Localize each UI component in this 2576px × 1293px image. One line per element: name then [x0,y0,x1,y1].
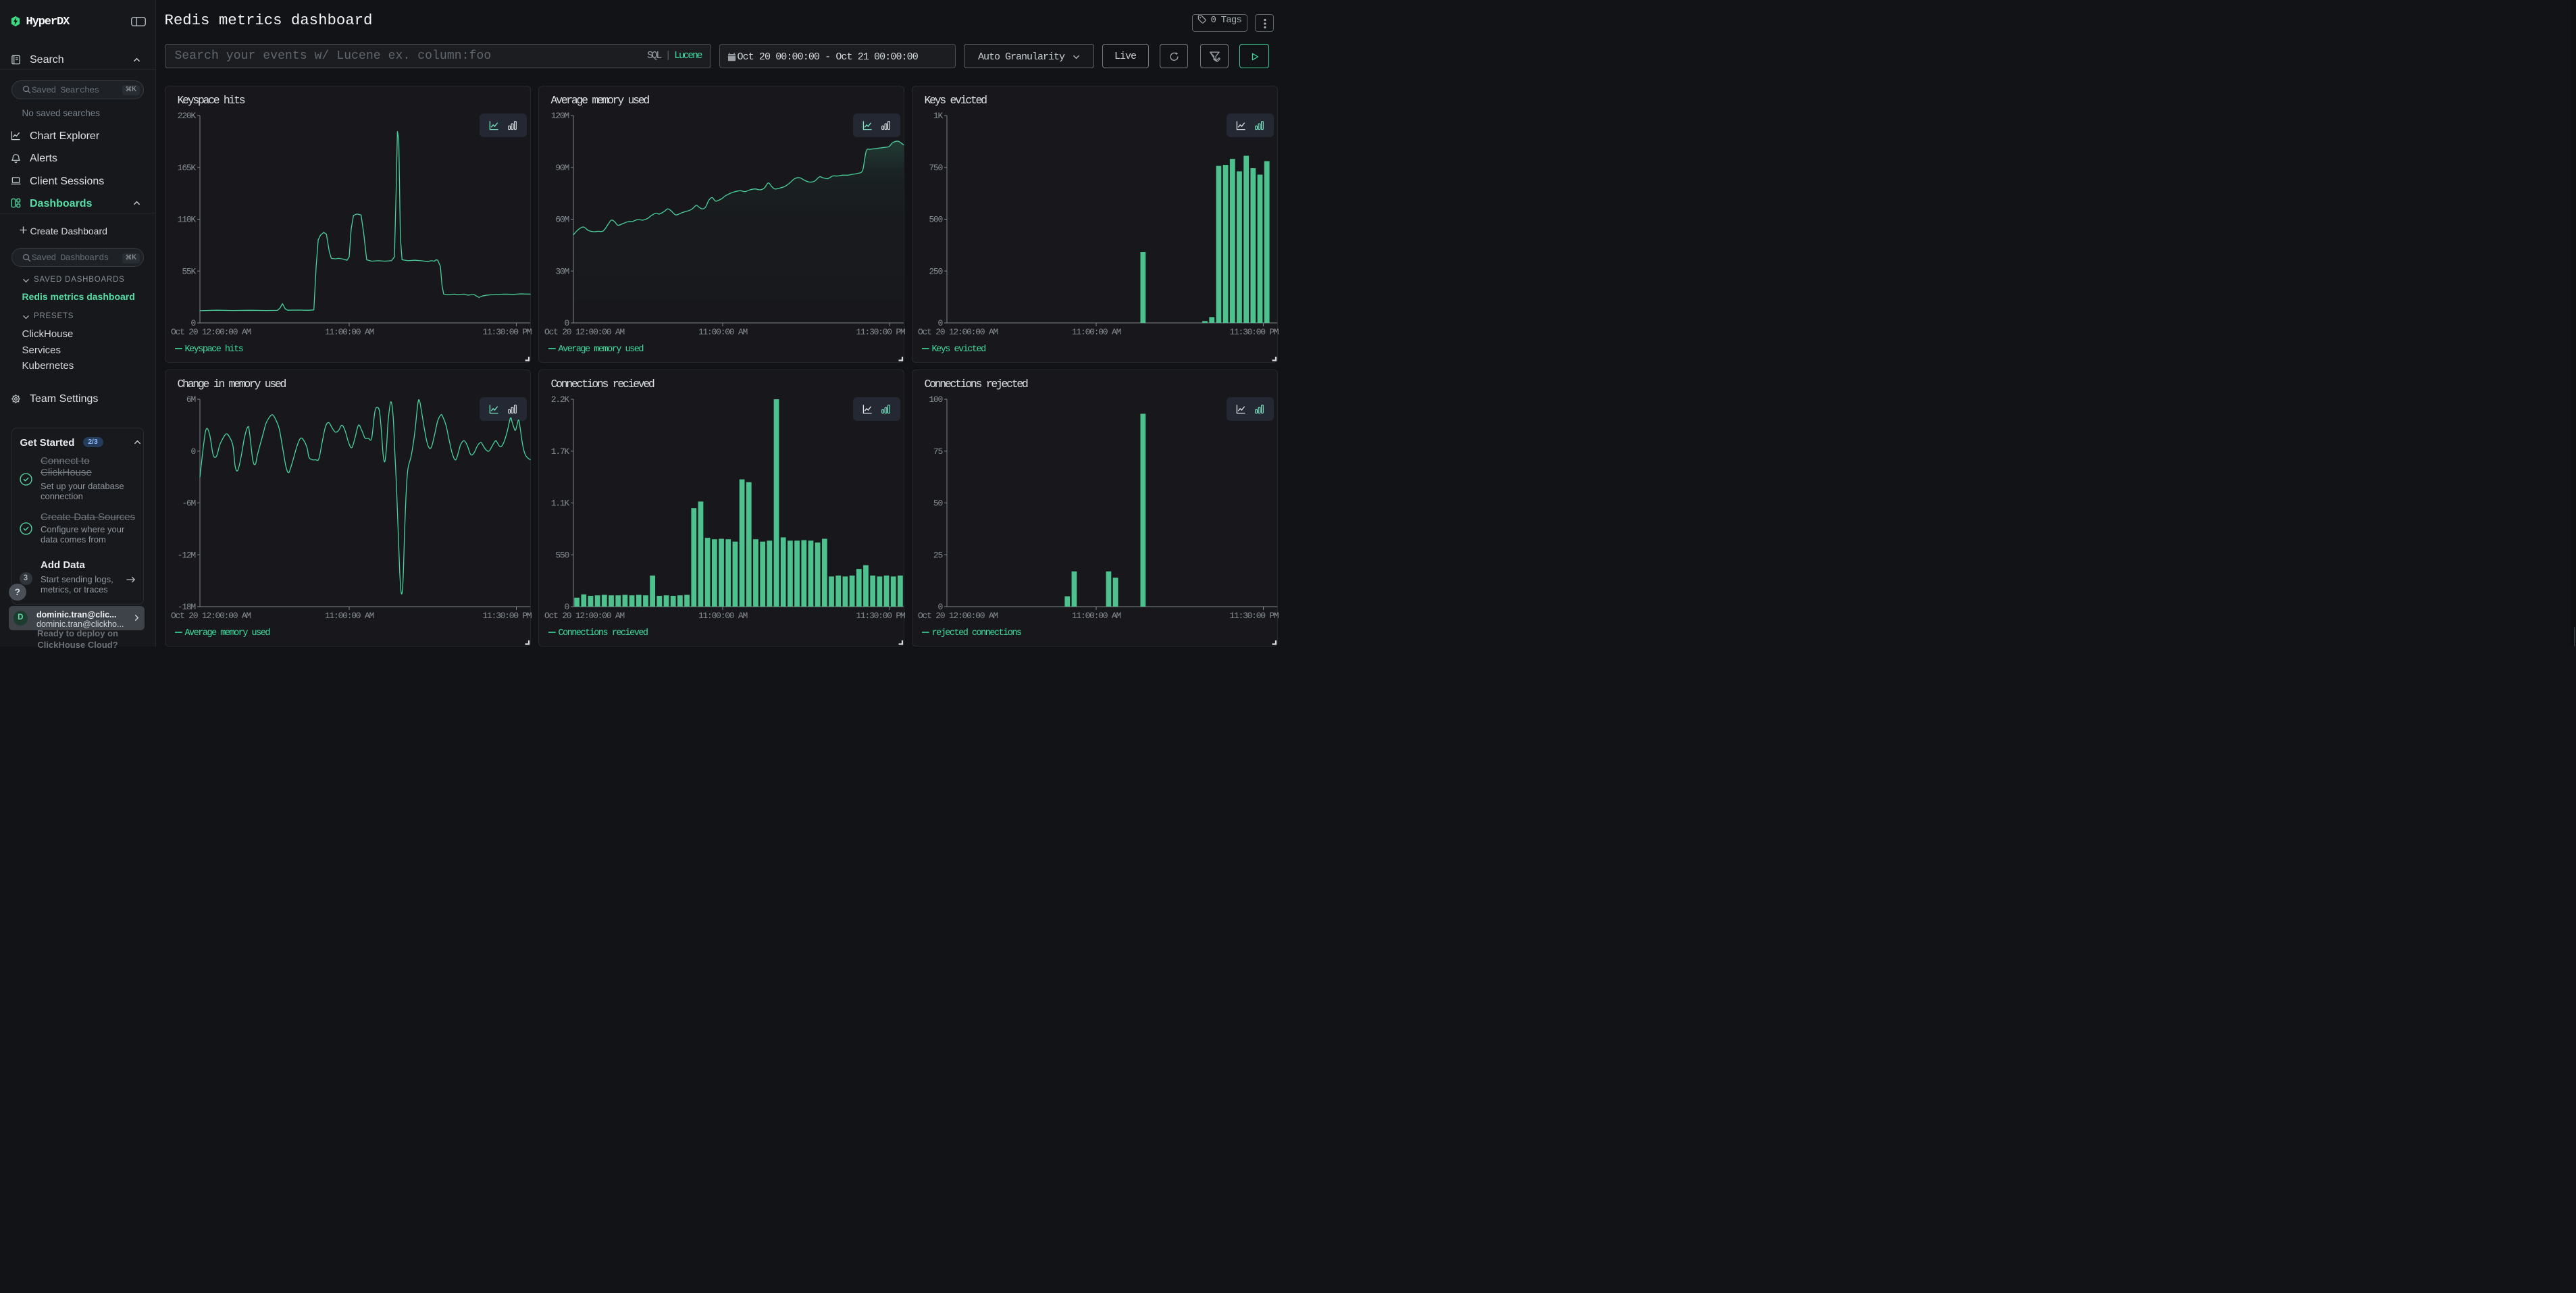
svg-text:11:00:00 AM: 11:00:00 AM [324,327,373,337]
svg-text:6M: 6M [186,395,195,405]
svg-text:Oct 20 12:00:00 AM: Oct 20 12:00:00 AM [544,327,624,337]
svg-text:Keys evicted: Keys evicted [931,345,985,355]
svg-text:11:00:00 AM: 11:00:00 AM [698,327,747,337]
svg-text:11:30:00 PM: 11:30:00 PM [1229,611,1279,621]
svg-text:rejected connections: rejected connections [931,628,1021,638]
svg-text:1.1K: 1.1K [550,499,569,509]
svg-text:11:30:00 PM: 11:30:00 PM [482,611,532,621]
svg-text:120M: 120M [550,111,569,121]
svg-text:100: 100 [929,395,942,405]
svg-text:Oct 20 12:00:00 AM: Oct 20 12:00:00 AM [918,327,998,337]
svg-text:Average memory used: Average memory used [558,345,643,355]
svg-text:110K: 110K [177,215,196,225]
svg-text:55K: 55K [182,266,196,276]
svg-text:75: 75 [933,447,942,457]
svg-text:11:00:00 AM: 11:00:00 AM [324,611,373,621]
svg-text:220K: 220K [177,111,196,121]
svg-text:11:30:00 PM: 11:30:00 PM [856,611,905,621]
svg-text:Keyspace hits: Keyspace hits [184,345,242,355]
svg-text:Oct 20 12:00:00 AM: Oct 20 12:00:00 AM [171,611,251,621]
svg-text:250: 250 [929,266,942,276]
svg-text:11:00:00 AM: 11:00:00 AM [1071,327,1120,337]
svg-text:30M: 30M [555,266,569,276]
svg-text:750: 750 [929,163,942,173]
svg-text:2.2K: 2.2K [550,395,569,405]
svg-text:11:30:00 PM: 11:30:00 PM [856,327,905,337]
svg-text:-6M: -6M [182,499,195,509]
svg-text:Oct 20 12:00:00 AM: Oct 20 12:00:00 AM [171,327,251,337]
svg-text:500: 500 [929,215,942,225]
svg-text:50: 50 [933,499,942,509]
svg-text:0: 0 [190,447,195,457]
svg-text:Oct 20 12:00:00 AM: Oct 20 12:00:00 AM [918,611,998,621]
svg-text:90M: 90M [555,163,569,173]
svg-text:60M: 60M [555,215,569,225]
svg-text:Oct 20 12:00:00 AM: Oct 20 12:00:00 AM [544,611,624,621]
svg-text:1.7K: 1.7K [550,447,569,457]
svg-text:-12M: -12M [177,550,195,560]
svg-text:11:30:00 PM: 11:30:00 PM [1229,327,1279,337]
svg-text:11:00:00 AM: 11:00:00 AM [698,611,747,621]
svg-text:25: 25 [933,550,942,560]
svg-text:550: 550 [555,550,569,560]
svg-text:11:00:00 AM: 11:00:00 AM [1071,611,1120,621]
svg-text:1K: 1K [933,111,943,121]
svg-text:11:30:00 PM: 11:30:00 PM [482,327,532,337]
svg-text:165K: 165K [177,163,196,173]
svg-text:Connections recieved: Connections recieved [558,628,647,638]
svg-text:Average memory used: Average memory used [184,628,269,638]
